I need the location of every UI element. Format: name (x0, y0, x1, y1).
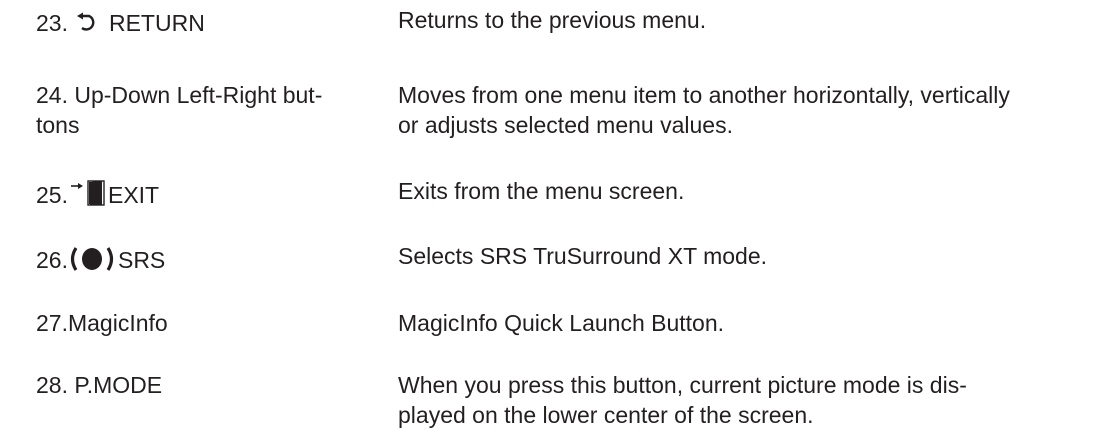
row-23-number: 23. (36, 10, 68, 36)
exit-door-icon (69, 180, 107, 206)
row-25-description: Exits from the menu screen. (398, 178, 685, 204)
row-24-label: 24. Up-Down Left-Right but- tons (36, 80, 376, 140)
row-27-description: MagicInfo Quick Launch Button. (398, 310, 725, 336)
row-28-description: When you press this button, current pict… (398, 370, 1078, 430)
row-26-name: SRS (117, 247, 166, 273)
row-23-name: RETURN (108, 10, 205, 36)
row-24-label-line1: 24. Up-Down Left-Right but- (36, 82, 323, 108)
row-24-description: Moves from one menu item to another hori… (398, 80, 1078, 140)
row-28-label: 28. P.MODE (36, 372, 163, 398)
row-25-label: 25. EXIT (36, 180, 376, 210)
row-25-name: EXIT (107, 182, 160, 208)
return-arrow-icon (75, 11, 97, 33)
row-25-number: 25. (36, 182, 68, 208)
row-26-number: 26. (36, 247, 68, 273)
row-23-label: 23. RETURN (36, 8, 376, 38)
srs-speaker-icon (68, 244, 118, 274)
row-24-description-line1: Moves from one menu item to another hori… (398, 82, 1010, 108)
row-24-description-line2: or adjusts selected menu values. (398, 112, 733, 138)
row-26-description: Selects SRS TruSurround XT mode. (398, 243, 768, 269)
row-28-description-line2: played on the lower center of the screen… (398, 402, 814, 428)
row-26-label: 26. SRS (36, 245, 376, 277)
row-23-description: Returns to the previous menu. (398, 7, 707, 33)
row-27-label: 27.MagicInfo (36, 310, 168, 336)
row-28-description-line1: When you press this button, current pict… (398, 372, 967, 398)
row-24-label-line2: tons (36, 112, 80, 138)
